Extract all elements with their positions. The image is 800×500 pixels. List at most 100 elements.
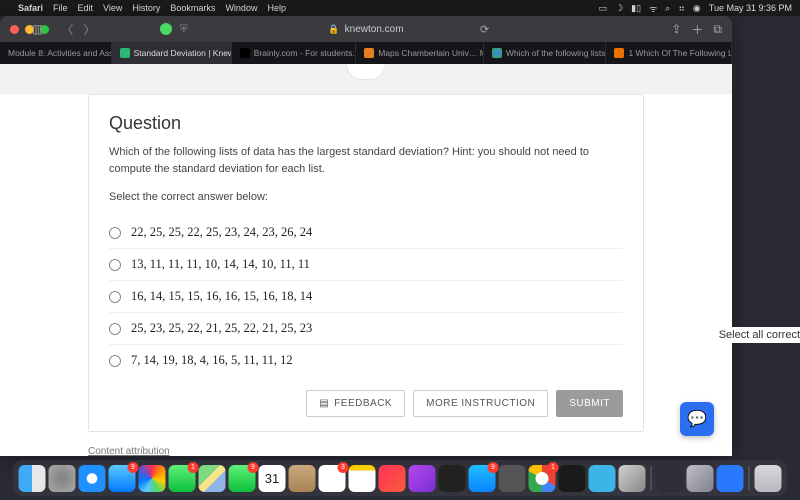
- dock-safari[interactable]: [79, 465, 106, 492]
- grammarly-icon[interactable]: [160, 23, 172, 35]
- content-attribution-link[interactable]: Content attribution: [88, 446, 170, 456]
- menu-window[interactable]: Window: [225, 3, 257, 13]
- option-text: 7, 14, 19, 18, 4, 16, 5, 11, 11, 12: [131, 353, 293, 368]
- sidebar-toggle-icon[interactable]: ▥: [32, 22, 43, 36]
- badge: 9: [248, 462, 259, 473]
- badge: 3: [338, 462, 349, 473]
- address-bar[interactable]: 🔒 knewton.com: [328, 24, 403, 35]
- dock-app-3[interactable]: [619, 465, 646, 492]
- dock-notes[interactable]: [349, 465, 376, 492]
- menu-help[interactable]: Help: [267, 3, 286, 13]
- search-icon[interactable]: ⌕: [665, 3, 670, 14]
- tab-label: Brainly.com - For students. B…: [254, 48, 356, 58]
- background-window-text: Select all correct: [715, 327, 800, 343]
- dock-photos[interactable]: [139, 465, 166, 492]
- clock[interactable]: Tue May 31 9:36 PM: [709, 3, 792, 13]
- radio-icon: [109, 323, 121, 335]
- menu-bookmarks[interactable]: Bookmarks: [170, 3, 215, 13]
- dock-facetime[interactable]: 9: [229, 465, 256, 492]
- dock-mail[interactable]: 9: [109, 465, 136, 492]
- action-row: ▤FEEDBACK MORE INSTRUCTION SUBMIT: [109, 390, 623, 417]
- tab-bar: Module 8: Activities and Assi… Standard …: [0, 42, 732, 64]
- feedback-button[interactable]: ▤FEEDBACK: [306, 390, 405, 417]
- option-3[interactable]: 25, 23, 25, 22, 21, 25, 22, 21, 25, 23: [109, 313, 623, 345]
- radio-icon: [109, 355, 121, 367]
- calendar-day: 31: [265, 472, 279, 485]
- tab-knewton[interactable]: Standard Deviation | Knewton: [112, 42, 232, 64]
- menu-file[interactable]: File: [53, 3, 68, 13]
- dock-maps[interactable]: [199, 465, 226, 492]
- page-content: Question Which of the following lists of…: [0, 64, 732, 456]
- option-1[interactable]: 13, 11, 11, 11, 10, 14, 14, 10, 11, 11: [109, 249, 623, 281]
- badge: 9: [128, 462, 139, 473]
- tab-label: Which of the following lists o…: [506, 48, 607, 58]
- badge: 9: [488, 462, 499, 473]
- tab-label: Maps Chamberlain Univ… My…: [378, 48, 484, 58]
- radio-icon: [109, 227, 121, 239]
- wifi-icon[interactable]: ᯤ: [649, 2, 657, 15]
- button-label: SUBMIT: [569, 398, 610, 409]
- dock-reminders[interactable]: 3: [319, 465, 346, 492]
- share-icon[interactable]: ⇪: [671, 22, 681, 36]
- more-instruction-button[interactable]: MORE INSTRUCTION: [413, 390, 548, 417]
- dock-chrome[interactable]: 1: [529, 465, 556, 492]
- dock-recent-1[interactable]: [657, 465, 684, 492]
- reload-icon[interactable]: ⟳: [480, 23, 489, 36]
- dock-finder[interactable]: [19, 465, 46, 492]
- close-icon[interactable]: [10, 25, 19, 34]
- tab-brainly[interactable]: Brainly.com - For students. B…: [232, 42, 356, 64]
- dock-music[interactable]: [379, 465, 406, 492]
- screen-mirror-icon[interactable]: ▭: [599, 3, 608, 14]
- menu-view[interactable]: View: [103, 3, 122, 13]
- dock-messages[interactable]: 1: [169, 465, 196, 492]
- dock-settings[interactable]: [499, 465, 526, 492]
- option-text: 22, 25, 25, 22, 25, 23, 24, 23, 26, 24: [131, 225, 312, 240]
- tab-label: Module 8: Activities and Assi…: [8, 48, 112, 58]
- tab-chegg[interactable]: 1 Which Of The Following Lis…: [606, 42, 732, 64]
- option-0[interactable]: 22, 25, 25, 22, 25, 23, 24, 23, 26, 24: [109, 217, 623, 249]
- dnd-icon[interactable]: ☽: [615, 3, 623, 14]
- forward-icon[interactable]: 〉: [83, 21, 95, 38]
- siri-icon[interactable]: ◉: [693, 3, 701, 14]
- favicon-icon: [614, 48, 624, 58]
- battery-icon[interactable]: ▮▯: [631, 3, 641, 14]
- new-tab-icon[interactable]: ＋: [691, 21, 703, 38]
- option-2[interactable]: 16, 14, 15, 15, 16, 16, 15, 16, 18, 14: [109, 281, 623, 313]
- question-body: Which of the following lists of data has…: [109, 144, 623, 177]
- dock: 9 1 9 31 3 9 1: [13, 460, 788, 496]
- badge: 1: [548, 462, 559, 473]
- favicon-icon: [492, 48, 502, 58]
- pull-tab[interactable]: [346, 64, 386, 80]
- menu-edit[interactable]: Edit: [78, 3, 94, 13]
- dock-podcasts[interactable]: [409, 465, 436, 492]
- url-text: knewton.com: [345, 24, 404, 35]
- dock-trash[interactable]: [755, 465, 782, 492]
- tab-label: 1 Which Of The Following Lis…: [628, 48, 732, 58]
- dock-contacts[interactable]: [289, 465, 316, 492]
- chat-fab[interactable]: 💬: [680, 402, 714, 436]
- tab-search1[interactable]: Which of the following lists o…: [484, 42, 607, 64]
- menu-history[interactable]: History: [132, 3, 160, 13]
- dock-launchpad[interactable]: [49, 465, 76, 492]
- favicon-icon: [364, 48, 374, 58]
- dock-recent-3[interactable]: [717, 465, 744, 492]
- privacy-shield-icon[interactable]: ⛨: [180, 24, 188, 35]
- dock-appstore[interactable]: 9: [469, 465, 496, 492]
- question-prompt: Select the correct answer below:: [109, 191, 623, 203]
- tabs-overview-icon[interactable]: ⧉: [713, 22, 722, 37]
- option-4[interactable]: 7, 14, 19, 18, 4, 16, 5, 11, 11, 12: [109, 345, 623, 376]
- app-name[interactable]: Safari: [18, 3, 43, 13]
- dock-app-1[interactable]: [559, 465, 586, 492]
- tab-module8[interactable]: Module 8: Activities and Assi…: [0, 42, 112, 64]
- dock-calendar[interactable]: 31: [259, 465, 286, 492]
- radio-icon: [109, 259, 121, 271]
- control-center-icon[interactable]: ⠶: [678, 3, 685, 14]
- dock-tv[interactable]: [439, 465, 466, 492]
- dock-app-2[interactable]: [589, 465, 616, 492]
- tab-maps[interactable]: Maps Chamberlain Univ… My…: [356, 42, 484, 64]
- dock-recent-2[interactable]: [687, 465, 714, 492]
- macos-menubar: Safari File Edit View History Bookmarks …: [0, 0, 800, 16]
- back-icon[interactable]: 〈: [61, 21, 73, 38]
- option-text: 13, 11, 11, 11, 10, 14, 14, 10, 11, 11: [131, 257, 310, 272]
- submit-button[interactable]: SUBMIT: [556, 390, 623, 417]
